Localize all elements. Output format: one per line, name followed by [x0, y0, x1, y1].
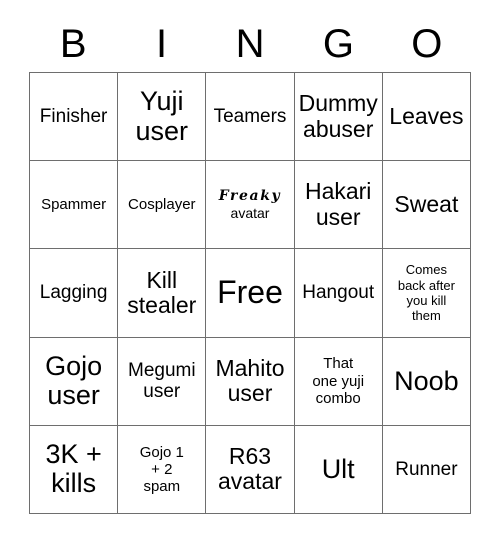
bingo-cell-r2c4[interactable]: Hakari user: [294, 161, 383, 250]
bingo-cell-r3c3[interactable]: Free: [206, 249, 295, 338]
bingo-cell-label: Sweat: [394, 191, 459, 218]
bingo-cell-r4c2[interactable]: Megumi user: [118, 337, 207, 426]
bingo-cell-r5c3[interactable]: R63 avatar: [206, 425, 295, 514]
bingo-cell-r1c4[interactable]: Dummy abuser: [294, 73, 383, 162]
bingo-cell-r3c4[interactable]: Hangout: [294, 249, 383, 338]
freaky-word: Freaky: [218, 187, 282, 204]
bingo-cell-label: 3K + kills: [45, 439, 102, 499]
bingo-cell-label: That one yuji combo: [312, 355, 365, 407]
bingo-cell-r5c1[interactable]: 3K + kills: [30, 425, 119, 514]
bingo-cell-label: Gojo 1 + 2 spam: [139, 443, 184, 496]
bingo-cell-r5c5[interactable]: Runner: [382, 425, 471, 514]
bingo-cell-label: R63 avatar: [218, 443, 282, 495]
bingo-cell-r1c3[interactable]: Teamers: [206, 73, 295, 162]
bingo-header-row: B I N G O: [29, 18, 471, 70]
bingo-cell-label: Hakari user: [304, 178, 372, 230]
bingo-cell-r3c1[interactable]: Lagging: [30, 249, 119, 338]
bingo-cell-label: Megumi user: [128, 359, 196, 403]
header-letter-i: I: [156, 22, 168, 66]
bingo-cell-label: Noob: [394, 365, 459, 396]
bingo-card: B I N G O Finisher Yuji user Teamers Dummy …: [0, 0, 500, 544]
bingo-cell-label: Cosplayer: [128, 196, 196, 214]
header-letter-n: N: [235, 22, 265, 66]
bingo-grid: Finisher Yuji user Teamers Dummy abuser Leav…: [29, 72, 471, 514]
bingo-cell-r1c2[interactable]: Yuji user: [118, 73, 207, 162]
bingo-cell-label: Dummy abuser: [298, 90, 378, 142]
bingo-cell-label: Yuji user: [135, 86, 189, 146]
bingo-cell-label: Comes back after you kill them: [397, 262, 455, 324]
bingo-cell-r4c1[interactable]: Gojo user: [30, 337, 119, 426]
bingo-cell-r1c1[interactable]: Finisher: [30, 73, 119, 162]
bingo-cell-label: Mahito user: [215, 354, 285, 407]
bingo-cell-label: Freaky avatar: [209, 188, 290, 222]
bingo-cell-r1c5[interactable]: Leaves: [382, 73, 471, 162]
bingo-cell-label: Spammer: [41, 196, 107, 214]
bingo-cell-label: Teamers: [213, 105, 287, 127]
bingo-cell-r2c3[interactable]: Freaky avatar: [206, 161, 295, 250]
bingo-cell-r3c2[interactable]: Kill stealer: [118, 249, 207, 338]
bingo-cell-label: Leaves: [389, 102, 464, 129]
bingo-cell-label: Hangout: [302, 282, 375, 304]
header-letter-b: B: [59, 22, 87, 66]
header-letter-o: O: [411, 22, 443, 66]
bingo-cell-label: Kill stealer: [127, 266, 197, 318]
bingo-cell-r5c2[interactable]: Gojo 1 + 2 spam: [118, 425, 207, 514]
bingo-cell-label: Runner: [395, 458, 458, 480]
bingo-cell-label: Gojo user: [45, 351, 103, 411]
bingo-cell-label: Free: [217, 274, 283, 311]
bingo-cell-r2c5[interactable]: Sweat: [382, 161, 471, 250]
freaky-subword: avatar: [230, 204, 270, 221]
bingo-cell-r4c4[interactable]: That one yuji combo: [294, 337, 383, 426]
bingo-cell-r2c1[interactable]: Spammer: [30, 161, 119, 250]
bingo-cell-label: Lagging: [39, 282, 108, 304]
header-letter-g: G: [322, 22, 354, 66]
bingo-cell-label: Ult: [321, 453, 355, 484]
bingo-cell-r5c4[interactable]: Ult: [294, 425, 383, 514]
bingo-cell-r4c3[interactable]: Mahito user: [206, 337, 295, 426]
bingo-cell-r2c2[interactable]: Cosplayer: [118, 161, 207, 250]
bingo-cell-r3c5[interactable]: Comes back after you kill them: [382, 249, 471, 338]
bingo-cell-label: Finisher: [39, 105, 108, 127]
bingo-cell-r4c5[interactable]: Noob: [382, 337, 471, 426]
